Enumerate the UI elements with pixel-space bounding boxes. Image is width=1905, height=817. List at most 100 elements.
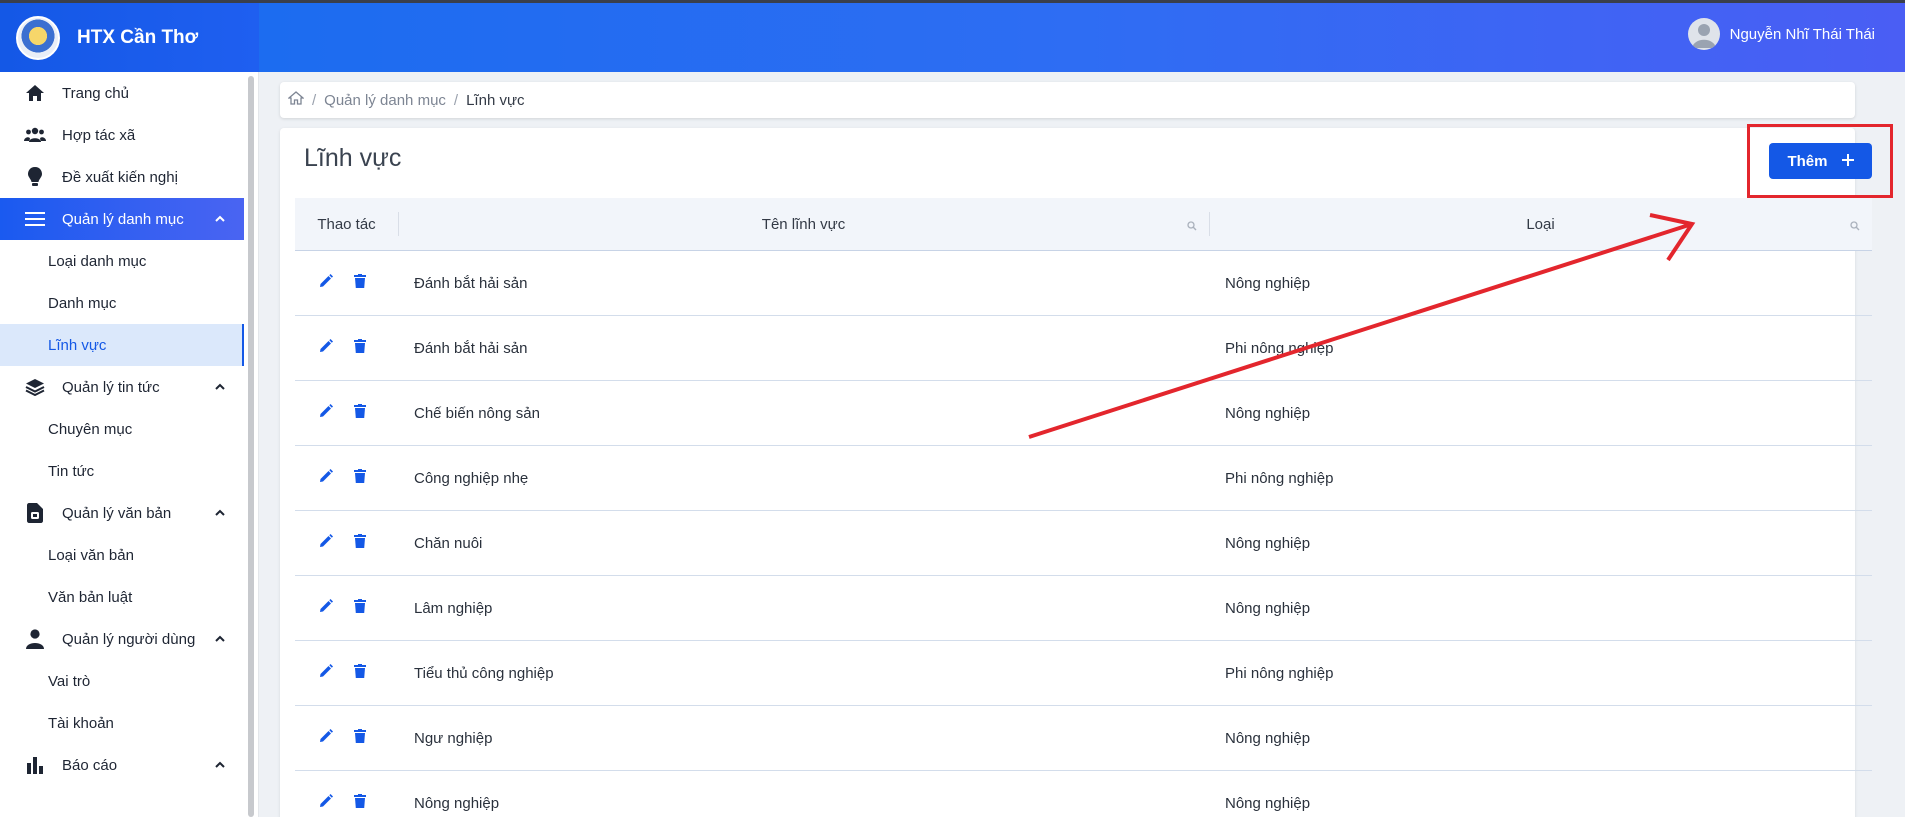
breadcrumb-separator: / <box>453 91 459 109</box>
sidebar-item-proposals[interactable]: Đề xuất kiến nghị <box>0 156 244 198</box>
edit-icon[interactable] <box>319 664 333 682</box>
trash-icon[interactable] <box>354 599 366 617</box>
column-header-field-name[interactable]: Tên lĩnh vực <box>398 198 1209 250</box>
row-actions <box>295 469 398 487</box>
column-divider <box>1209 212 1210 236</box>
cell-field-name: Ngư nghiệp <box>414 729 493 747</box>
edit-icon[interactable] <box>319 729 333 747</box>
table-row: Lâm nghiệp Nông nghiệp <box>295 576 1872 641</box>
edit-icon[interactable] <box>319 339 333 357</box>
sidebar-subitem-news[interactable]: Tin tức <box>0 450 244 492</box>
sidebar-subitem-fields[interactable]: Lĩnh vực <box>0 324 244 366</box>
table-row: Đánh bắt hải sản Phi nông nghiệp <box>295 316 1872 381</box>
sidebar-item-label: Quản lý người dùng <box>62 630 196 648</box>
sidebar-item-label: Quản lý văn bản <box>62 504 172 522</box>
home-icon[interactable] <box>287 91 305 109</box>
sidebar-subitem-category-types[interactable]: Loại danh mục <box>0 240 244 282</box>
cell-type: Nông nghiệp <box>1225 534 1311 552</box>
sidebar-item-category-management[interactable]: Quản lý danh mục <box>0 198 244 240</box>
window-top-strip <box>0 0 1905 3</box>
sidebar-item-cooperatives[interactable]: Hợp tác xã <box>0 114 244 156</box>
trash-icon[interactable] <box>354 729 366 747</box>
document-icon <box>24 502 46 524</box>
row-actions <box>295 729 398 747</box>
sidebar-subitem-categories[interactable]: Danh mục <box>0 282 244 324</box>
row-actions <box>295 274 398 292</box>
cell-type: Nông nghiệp <box>1225 599 1311 617</box>
cell-field-name: Đánh bắt hải sản <box>414 274 528 292</box>
row-actions <box>295 534 398 552</box>
trash-icon[interactable] <box>354 404 366 422</box>
sidebar-subitem-roles[interactable]: Vai trò <box>0 660 244 702</box>
column-divider <box>398 212 399 236</box>
cell-field-name: Tiểu thủ công nghiệp <box>414 664 554 682</box>
sidebar-subitem-accounts[interactable]: Tài khoản <box>0 702 244 744</box>
trash-icon[interactable] <box>354 339 366 357</box>
breadcrumb-parent-link[interactable]: Quản lý danh mục <box>324 92 446 109</box>
row-actions <box>295 794 398 812</box>
column-header-label: Loại <box>1526 215 1555 233</box>
sidebar-subitem-legal-documents[interactable]: Văn bản luật <box>0 576 244 618</box>
sidebar-item-news-management[interactable]: Quản lý tin tức <box>0 366 244 408</box>
table-row: Chăn nuôi Nông nghiệp <box>295 511 1872 576</box>
top-header: Nguyễn Nhĩ Thái Thái <box>259 3 1905 72</box>
edit-icon[interactable] <box>319 404 333 422</box>
user-menu[interactable]: Nguyễn Nhĩ Thái Thái <box>1687 18 1875 50</box>
breadcrumb: / Quản lý danh mục / Lĩnh vực <box>280 82 1855 118</box>
cell-type: Phi nông nghiệp <box>1225 469 1334 487</box>
table-row: Chế biến nông sản Nông nghiệp <box>295 381 1872 446</box>
chevron-up-icon <box>214 379 226 396</box>
chevron-up-icon <box>214 505 226 522</box>
sidebar-item-user-management[interactable]: Quản lý người dùng <box>0 618 244 660</box>
trash-icon[interactable] <box>354 469 366 487</box>
sidebar-subitem-sections[interactable]: Chuyên mục <box>0 408 244 450</box>
table-row: Nông nghiệp Nông nghiệp <box>295 771 1872 817</box>
lightbulb-icon <box>24 166 46 188</box>
avatar <box>1687 18 1720 50</box>
trash-icon[interactable] <box>354 794 366 812</box>
trash-icon[interactable] <box>354 664 366 682</box>
trash-icon[interactable] <box>354 274 366 292</box>
column-header-type[interactable]: Loại <box>1209 198 1872 250</box>
app-title: HTX Cần Thơ <box>77 26 199 48</box>
content-card: Lĩnh vực Thêm Thao tác Tên lĩnh vực Loại <box>280 128 1872 817</box>
fields-table: Thao tác Tên lĩnh vực Loại Đánh bắt hải … <box>295 198 1872 817</box>
sidebar-item-reports[interactable]: Báo cáo <box>0 744 244 786</box>
table-header: Thao tác Tên lĩnh vực Loại <box>295 198 1872 251</box>
cell-type: Nông nghiệp <box>1225 404 1311 422</box>
sidebar-item-label: Đề xuất kiến nghị <box>62 168 178 186</box>
sidebar-item-home[interactable]: Trang chủ <box>0 72 244 114</box>
row-actions <box>295 664 398 682</box>
edit-icon[interactable] <box>319 599 333 617</box>
column-header-actions: Thao tác <box>295 198 398 250</box>
edit-icon[interactable] <box>319 794 333 812</box>
column-header-label: Tên lĩnh vực <box>761 215 846 233</box>
layers-icon <box>24 376 46 398</box>
sidebar-scrollbar[interactable] <box>248 76 254 817</box>
breadcrumb-separator: / <box>312 91 317 109</box>
chevron-up-icon <box>214 211 226 228</box>
sidebar-item-document-management[interactable]: Quản lý văn bản <box>0 492 244 534</box>
edit-icon[interactable] <box>319 534 333 552</box>
menu-icon <box>24 208 46 230</box>
sidebar-item-label: Quản lý tin tức <box>62 378 160 396</box>
table-row: Tiểu thủ công nghiệp Phi nông nghiệp <box>295 641 1872 706</box>
cell-field-name: Lâm nghiệp <box>414 599 493 617</box>
row-actions <box>295 599 398 617</box>
edit-icon[interactable] <box>319 469 333 487</box>
sidebar-nav: Trang chủ Hợp tác xã Đề xuất kiến nghị Q… <box>0 72 244 786</box>
edit-icon[interactable] <box>319 274 333 292</box>
sidebar-subitem-document-types[interactable]: Loại văn bản <box>0 534 244 576</box>
table-row: Công nghiệp nhẹ Phi nông nghiệp <box>295 446 1872 511</box>
search-icon[interactable] <box>1187 218 1197 235</box>
column-header-label: Thao tác <box>317 215 376 233</box>
bar-chart-icon <box>24 754 46 776</box>
users-icon <box>24 124 46 146</box>
sidebar-item-label: Báo cáo <box>62 756 118 774</box>
brand-bar[interactable]: HTX Cần Thơ <box>0 3 259 72</box>
search-icon[interactable] <box>1850 218 1860 235</box>
cell-type: Phi nông nghiệp <box>1225 339 1334 357</box>
trash-icon[interactable] <box>354 534 366 552</box>
cell-type: Nông nghiệp <box>1225 729 1311 747</box>
cell-field-name: Chăn nuôi <box>414 534 483 552</box>
